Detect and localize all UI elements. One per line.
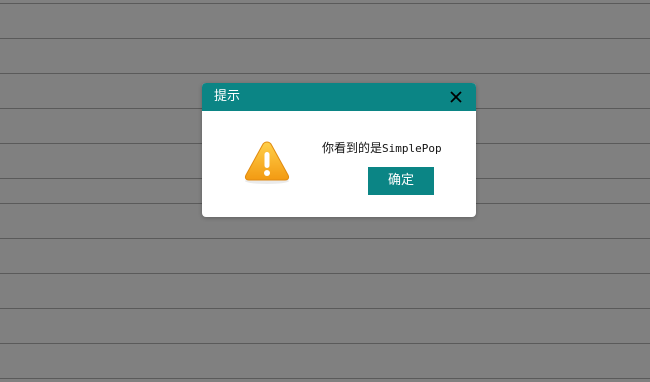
modal-overlay: 提示 你看到的是SimplePop 确定 xyxy=(0,0,650,382)
message-text: 你看到的是 xyxy=(322,141,383,155)
close-icon[interactable] xyxy=(448,89,464,105)
dialog-header: 提示 xyxy=(202,83,476,111)
popup-dialog: 提示 你看到的是SimplePop 确定 xyxy=(202,83,476,217)
ok-button[interactable]: 确定 xyxy=(368,167,434,195)
dialog-title: 提示 xyxy=(214,89,241,104)
message-product-name: SimplePop xyxy=(382,142,442,155)
warning-icon xyxy=(242,139,292,185)
dialog-message: 你看到的是SimplePop xyxy=(322,140,442,157)
